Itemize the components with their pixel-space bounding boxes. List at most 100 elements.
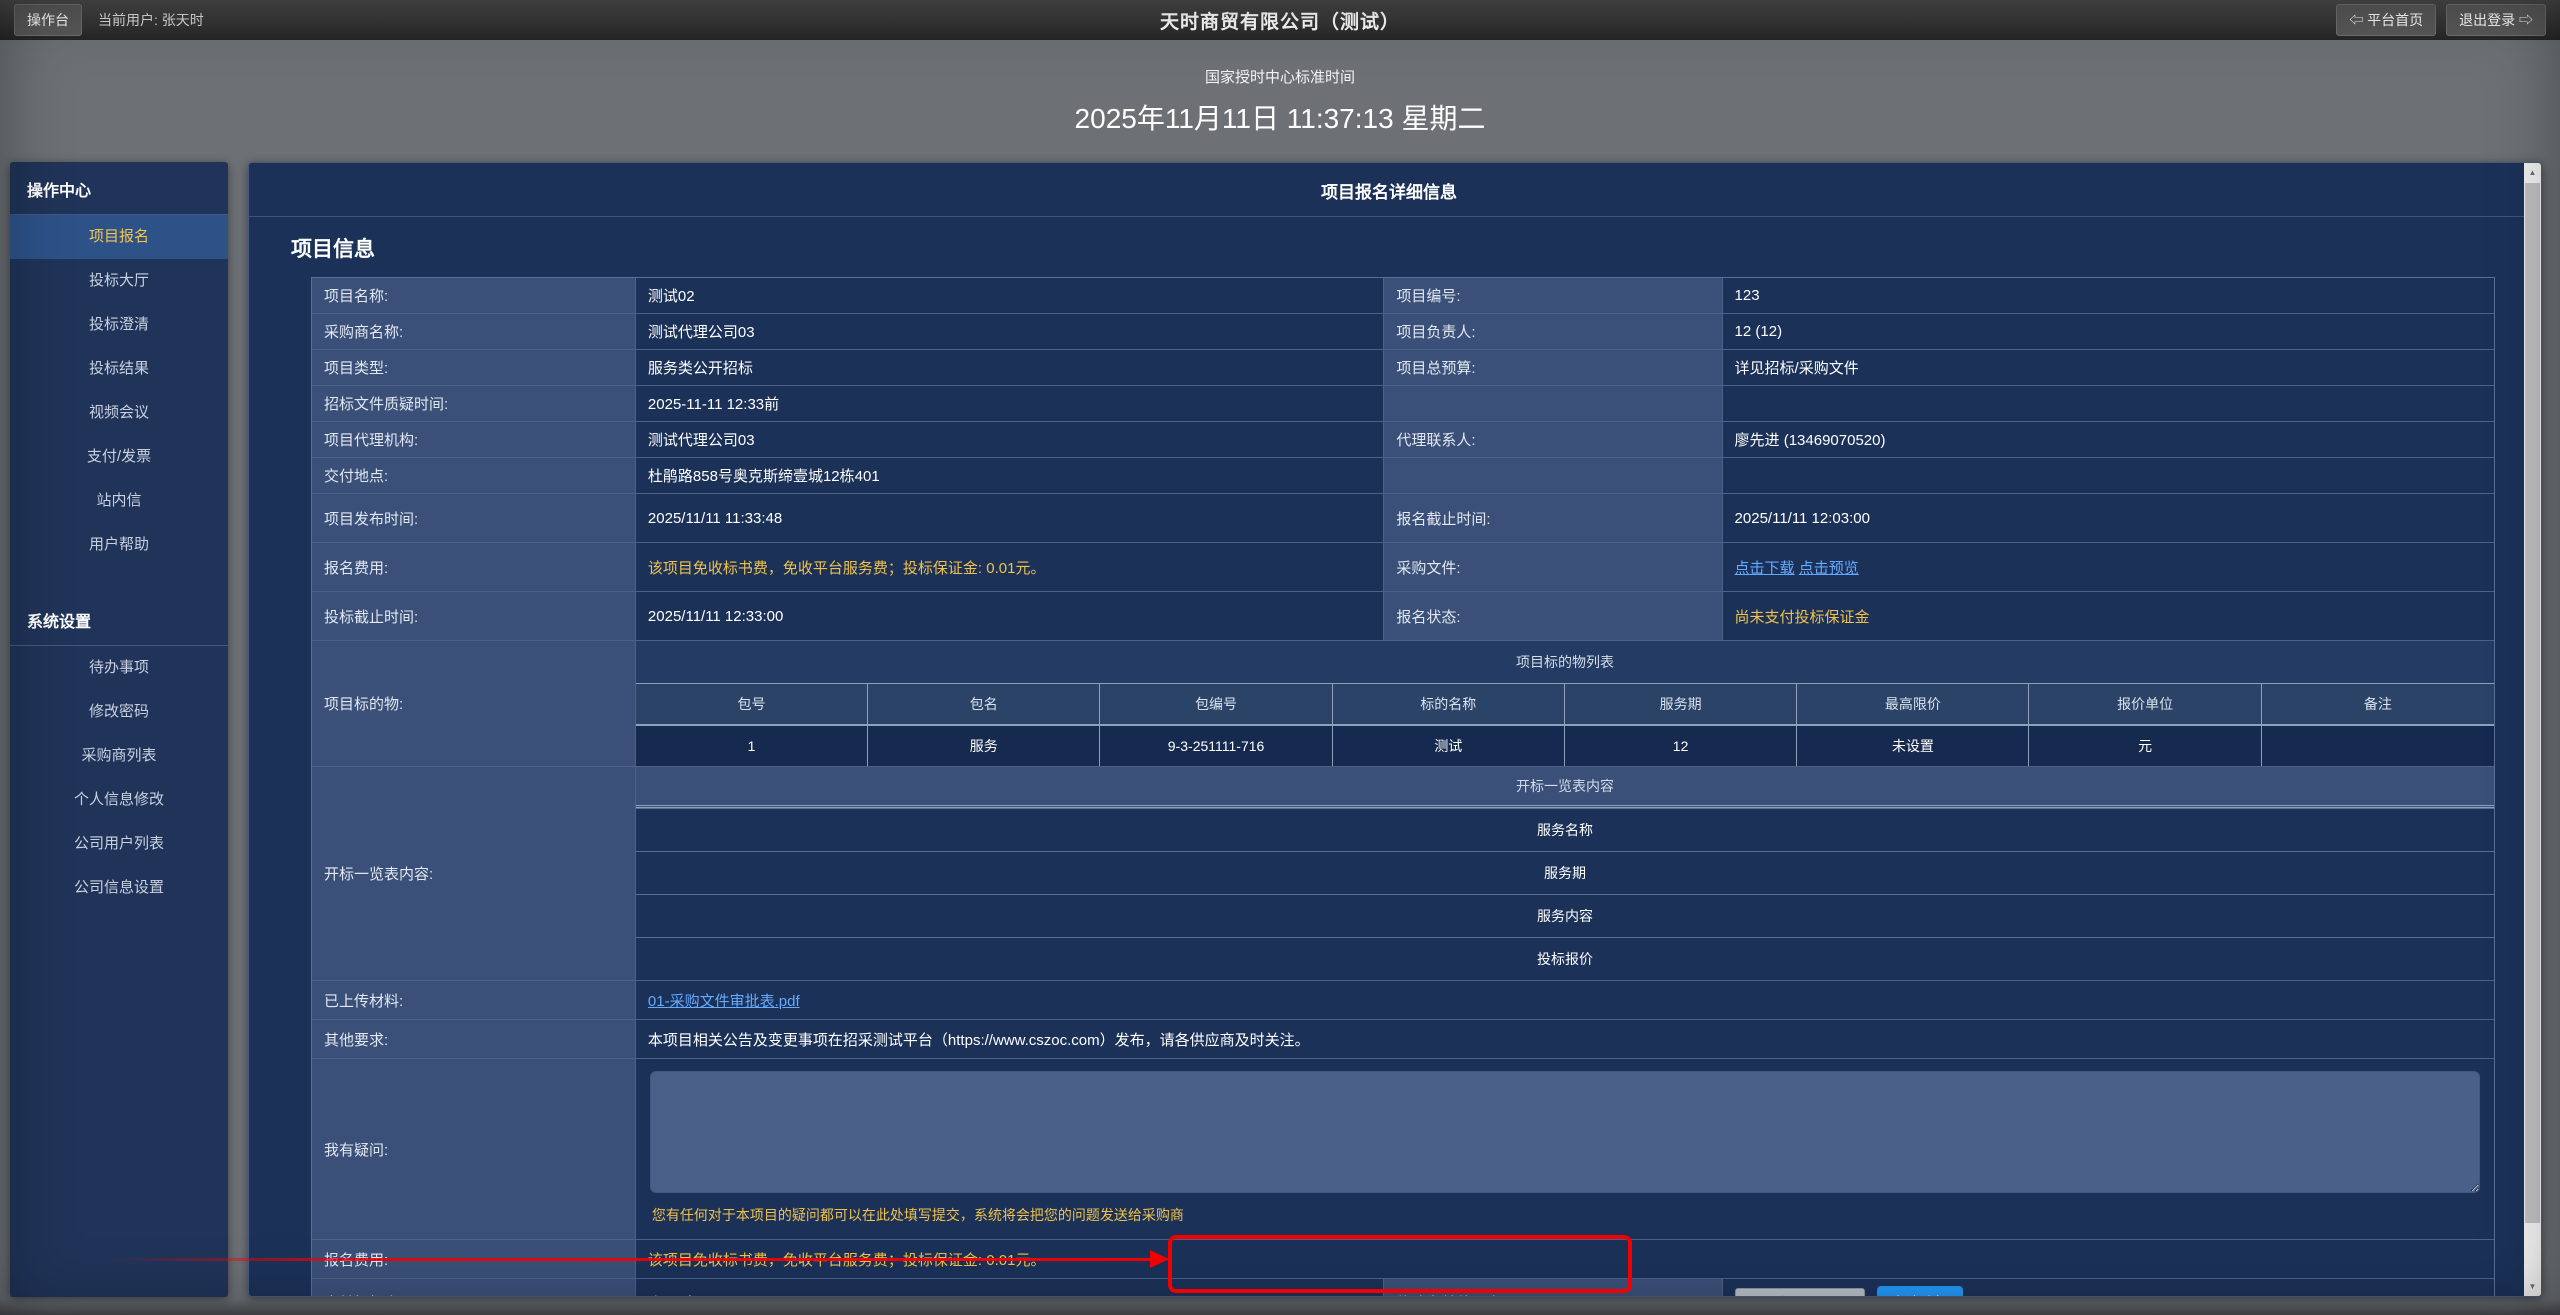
scroll-up-icon[interactable]: ▲ [2524,163,2541,182]
current-user-label: 当前用户: 张天时 [98,10,204,30]
goods-table-header: 包号 包名 包编号 标的名称 服务期 最高限价 报价单位 备注 [636,683,2494,725]
question-textarea[interactable] [650,1071,2480,1193]
goods-cell: 服务 [868,726,1100,766]
sidebar-item-company-info[interactable]: 公司信息设置 [10,866,228,910]
field-label: 开标一览表内容: [312,767,635,980]
table-row: 投标截止时间: 2025/11/11 12:33:00 报名状态: 尚未支付投标… [312,591,2494,640]
sidebar-item-pay-invoice[interactable]: 支付/发票 [10,435,228,479]
field-label: 招标文件质疑时间: [312,386,635,421]
forward-arrow-icon: ⇨ [2519,12,2533,28]
sidebar-item-bid-result[interactable]: 投标结果 [10,347,228,391]
scroll-down-icon[interactable]: ▼ [2524,1277,2541,1296]
sidebar-item-company-users[interactable]: 公司用户列表 [10,822,228,866]
sidebar-item-todo[interactable]: 待办事项 [10,646,228,690]
uploaded-materials-cell: 01-采购文件审批表.pdf [635,981,2494,1019]
table-row-bid-form: 开标一览表内容: 开标一览表内容 服务名称 服务期 服务内容 投标报价 [312,766,2494,980]
field-label: 我有疑问: [312,1059,635,1239]
field-label: 报名费用: [312,543,635,591]
field-value: 详见招标/采购文件 [1722,350,2494,385]
table-row: 招标文件质疑时间: 2025-11-11 12:33前 [312,385,2494,421]
clock-strip: 国家授时中心标准时间 2025年11月11日 11:37:13 星期二 [0,40,2560,162]
goods-col-header: 服务期 [1565,684,1797,725]
field-label: 项目总预算: [1383,350,1721,385]
table-row: 报名费用: 该项目免收标书费，免收平台服务费；投标保证金: 0.01元。 采购文… [312,542,2494,591]
table-row-goods: 项目标的物: 项目标的物列表 包号 包名 包编号 标的名称 服务期 最高限价 报… [312,640,2494,766]
goods-cell [2262,726,2494,766]
uploaded-file-link[interactable]: 01-采购文件审批表.pdf [648,990,800,1011]
sidebar-item-change-password[interactable]: 修改密码 [10,690,228,734]
logout-label: 退出登录 [2459,12,2515,28]
clock-source-label: 国家授时中心标准时间 [1205,66,1355,87]
top-bar: 操作台 当前用户: 张天时 天时商贸有限公司（测试） ⇦ 平台首页 退出登录 ⇨ [0,0,2560,40]
sidebar-item-profile-edit[interactable]: 个人信息修改 [10,778,228,822]
preview-doc-link[interactable]: 点击预览 [1799,557,1859,578]
section-title-project-info: 项目信息 [291,233,2495,263]
bottom-fade [0,1299,2560,1315]
bid-form-row: 服务内容 [636,894,2494,937]
field-value: 2025-11-11 12:33前 [635,386,1383,421]
sidebar-item-video-meeting[interactable]: 视频会议 [10,391,228,435]
field-label-empty [1383,386,1721,421]
field-value-fee: 该项目免收标书费，免收平台服务费；投标保证金: 0.01元。 [635,543,1383,591]
field-label: 报名状态: [1383,592,1721,640]
current-bidder-value: 张天时 [635,1279,1383,1297]
download-doc-link[interactable]: 点击下载 [1735,557,1795,578]
field-value: 123 [1722,278,2494,313]
sidebar-item-buyer-list[interactable]: 采购商列表 [10,734,228,778]
field-value: 测试代理公司03 [635,314,1383,349]
bid-form-row: 服务期 [636,851,2494,894]
main-panel: 项目报名详细信息 项目信息 项目名称: 测试02 项目编号: 123 采购商名称… [248,162,2542,1297]
back-arrow-icon: ⇦ [2349,12,2363,28]
bid-form-row: 服务名称 [636,808,2494,851]
goods-cell: 测试 [1333,726,1565,766]
signup-status-value: 尚未支付投标保证金 [1722,592,2494,640]
goods-cell: 9-3-251111-716 [1100,726,1332,766]
logout-button[interactable]: 退出登录 ⇨ [2446,4,2546,36]
goods-table: 项目标的物列表 包号 包名 包编号 标的名称 服务期 最高限价 报价单位 备注 … [635,641,2494,766]
field-value: 杜鹃路858号奥克斯缔壹城12栋401 [635,458,1383,493]
bid-form-row: 投标报价 [636,937,2494,980]
table-row: 项目名称: 测试02 项目编号: 123 [312,278,2494,313]
page-title: 项目报名详细信息 [283,163,2495,216]
user-select-value: 张天时 [1744,1293,1786,1298]
platform-home-button[interactable]: ⇦ 平台首页 [2336,4,2436,36]
goods-col-header: 包编号 [1100,684,1332,725]
bid-form-table: 开标一览表内容 服务名称 服务期 服务内容 投标报价 [635,767,2494,980]
goods-col-header: 备注 [2262,684,2494,725]
sidebar-item-bid-hall[interactable]: 投标大厅 [10,259,228,303]
field-value: 测试02 [635,278,1383,313]
field-label: 当前投标人: [312,1279,635,1297]
sidebar-item-project-signup[interactable]: 项目报名 [10,215,228,259]
field-label: 采购文件: [1383,543,1721,591]
field-label: 项目名称: [312,278,635,313]
table-row: 已上传材料: 01-采购文件审批表.pdf [312,980,2494,1019]
goods-cell: 未设置 [1797,726,2029,766]
field-value-empty [1722,386,2494,421]
confirm-select-button[interactable]: 确认选择 [1877,1286,1963,1297]
field-value: 廖先进 (13469070520) [1722,422,2494,457]
goods-table-row: 1 服务 9-3-251111-716 测试 12 未设置 元 [636,725,2494,766]
table-row-question: 我有疑问: 您有任何对于本项目的疑问都可以在此处填写提交，系统将会把您的问题发送… [312,1058,2494,1239]
field-label-empty [1383,458,1721,493]
field-value: 2025/11/11 12:33:00 [635,592,1383,640]
vertical-scrollbar[interactable]: ▲ ▼ [2524,163,2541,1296]
field-label: 项目代理机构: [312,422,635,457]
field-value-empty [1722,458,2494,493]
sidebar-item-user-help[interactable]: 用户帮助 [10,523,228,567]
user-select[interactable]: 张天时 ▼ [1735,1288,1865,1298]
field-label: 修改为其他用户: [1383,1279,1721,1297]
field-label: 报名截止时间: [1383,494,1721,542]
field-value: 2025/11/11 12:03:00 [1722,494,2494,542]
table-row: 项目代理机构: 测试代理公司03 代理联系人: 廖先进 (13469070520… [312,421,2494,457]
field-label: 报名费用: [312,1240,635,1278]
goods-col-header: 包号 [636,684,868,725]
field-label: 已上传材料: [312,981,635,1019]
goods-col-header: 报价单位 [2029,684,2261,725]
sidebar-item-bid-clarify[interactable]: 投标澄清 [10,303,228,347]
sidebar-item-site-message[interactable]: 站内信 [10,479,228,523]
console-button[interactable]: 操作台 [14,4,82,36]
scrollbar-thumb[interactable] [2525,183,2540,1223]
field-label: 项目发布时间: [312,494,635,542]
fee-repeat-value: 该项目免收标书费，免收平台服务费；投标保证金: 0.01元。 [635,1240,2494,1278]
clock-datetime: 2025年11月11日 11:37:13 星期二 [1075,97,1486,137]
